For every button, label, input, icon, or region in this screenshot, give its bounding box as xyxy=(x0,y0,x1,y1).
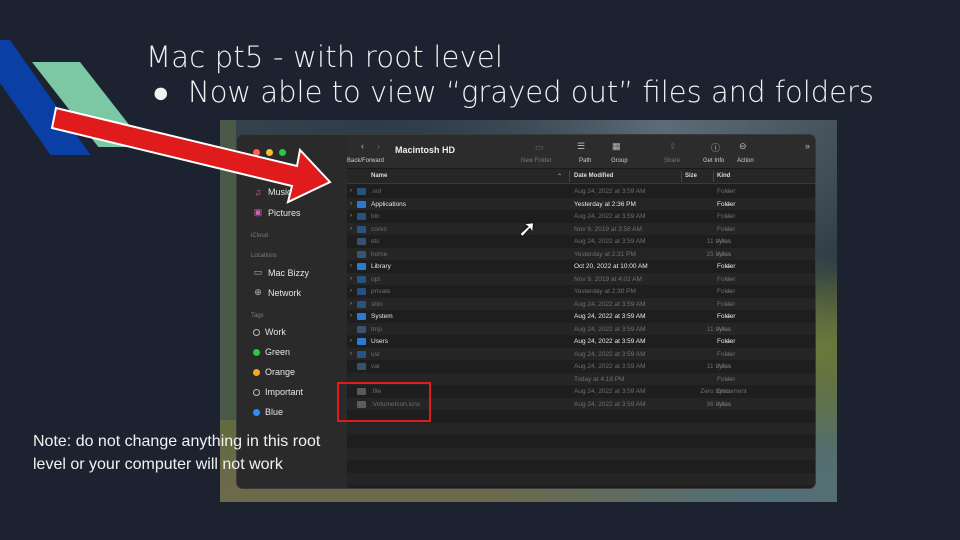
warning-note: Note: do not change anything in this roo… xyxy=(33,433,321,473)
arrow-shape xyxy=(50,106,332,204)
